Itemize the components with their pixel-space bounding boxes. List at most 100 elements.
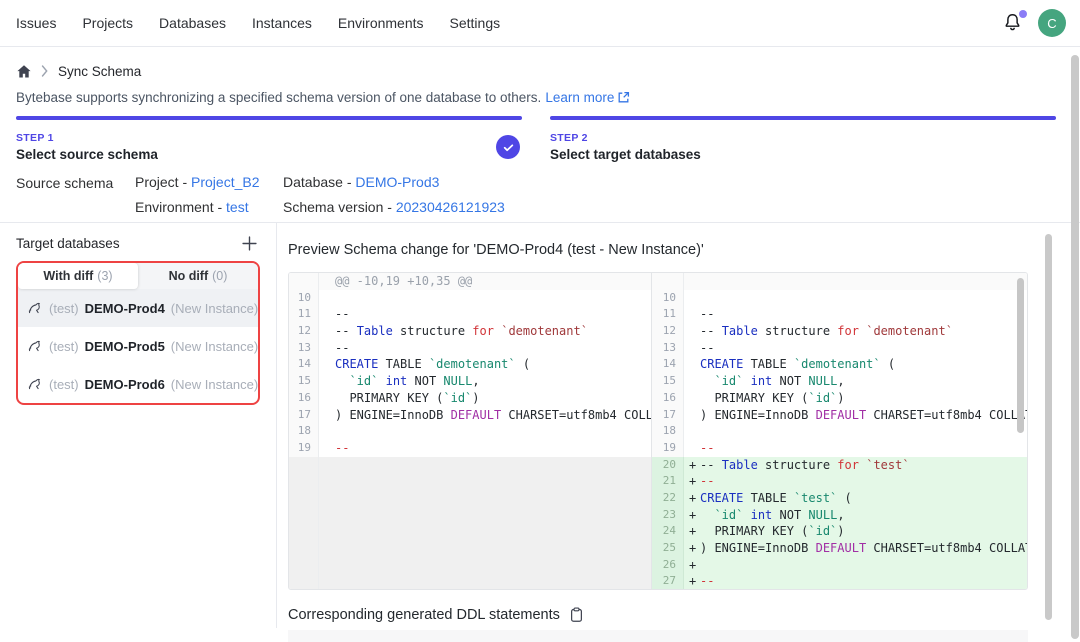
diff-row: 11-- — [289, 306, 651, 323]
intro-description: Bytebase supports synchronizing a specif… — [16, 90, 541, 105]
diff-row: 13-- — [652, 340, 1027, 357]
diff-row: 11-- — [652, 306, 1027, 323]
step-1-complete-check-icon — [496, 135, 520, 159]
target-databases-title: Target databases — [16, 236, 120, 251]
db-instance-suffix: (New Instance) — [171, 339, 258, 354]
top-navigation: Issues Projects Databases Instances Envi… — [0, 0, 1080, 47]
diff-row: 17) ENGINE=InnoDB DEFAULT CHARSET=utf8mb… — [289, 407, 651, 424]
db-name: DEMO-Prod5 — [85, 339, 165, 354]
step-2: STEP 2 Select target databases — [550, 116, 1056, 162]
schema-version-link[interactable]: 20230426121923 — [396, 199, 505, 215]
source-schema-summary: Source schema Project - Project_B2 Datab… — [16, 174, 1064, 215]
avatar[interactable]: C — [1038, 9, 1066, 37]
mysql-dolphin-icon — [28, 377, 43, 392]
step-1-progress-bar — [16, 116, 522, 120]
database-item-demo-prod5[interactable]: (test) DEMO-Prod5 (New Instance) — [18, 327, 258, 365]
nav-item-issues[interactable]: Issues — [16, 15, 56, 31]
source-schema-label: Source schema — [16, 174, 135, 215]
ddl-code-block-top — [288, 630, 1028, 642]
tab-with-diff-count: (3) — [97, 269, 112, 283]
learn-more-link[interactable]: Learn more — [545, 90, 630, 105]
preview-title: Preview Schema change for 'DEMO-Prod4 (t… — [288, 242, 1080, 258]
target-databases-highlight-box: With diff (3) No diff (0) (test) DEMO-Pr… — [16, 261, 260, 405]
field-database: Database - DEMO-Prod3 — [283, 174, 505, 190]
copy-icon[interactable] — [569, 607, 584, 623]
db-name: DEMO-Prod4 — [85, 301, 165, 316]
diff-row: 14CREATE TABLE `demotenant` ( — [289, 356, 651, 373]
field-environment: Environment - test — [135, 199, 283, 215]
nav-item-environments[interactable]: Environments — [338, 15, 424, 31]
diff-filter-tabs: With diff (3) No diff (0) — [18, 263, 258, 289]
diff-row: 16 PRIMARY KEY (`id`) — [652, 390, 1027, 407]
diff-row-added: 27+-- — [652, 573, 1027, 589]
diff-row: 17) ENGINE=InnoDB DEFAULT CHARSET=utf8mb… — [652, 407, 1027, 424]
nav-item-settings[interactable]: Settings — [450, 15, 501, 31]
diff-row-added: 24+ PRIMARY KEY (`id`) — [652, 523, 1027, 540]
diff-row: 18 — [652, 423, 1027, 440]
bottom-section: Target databases With diff (3) No diff (… — [0, 222, 1080, 628]
field-project-label: Project - — [135, 174, 191, 190]
step-1-title: Select source schema — [16, 147, 158, 162]
tab-no-diff-count: (0) — [212, 269, 227, 283]
field-project: Project - Project_B2 — [135, 174, 283, 190]
add-database-button[interactable] — [238, 232, 260, 254]
ddl-title: Corresponding generated DDL statements — [288, 607, 560, 623]
nav-item-instances[interactable]: Instances — [252, 15, 312, 31]
breadcrumb: Sync Schema — [16, 61, 1064, 81]
db-name: DEMO-Prod6 — [85, 377, 165, 392]
diff-row: 15 `id` int NOT NULL, — [652, 373, 1027, 390]
home-icon[interactable] — [16, 64, 32, 79]
tab-with-diff[interactable]: With diff (3) — [18, 263, 138, 289]
target-databases-panel: Target databases With diff (3) No diff (… — [0, 223, 277, 628]
diff-scrollbar[interactable] — [1017, 278, 1024, 433]
field-schema-version: Schema version - 20230426121923 — [283, 199, 505, 215]
step-1: STEP 1 Select source schema — [16, 116, 522, 162]
step-2-progress-bar — [550, 116, 1056, 120]
diff-row-added: 22+CREATE TABLE `test` ( — [652, 490, 1027, 507]
intro-text: Bytebase supports synchronizing a specif… — [16, 89, 1064, 106]
diff-row: 18 — [289, 423, 651, 440]
nav-items: Issues Projects Databases Instances Envi… — [16, 15, 500, 31]
diff-right-pane: 1011--12-- Table structure for `demotena… — [652, 273, 1027, 589]
db-environment: (test) — [49, 301, 79, 316]
db-instance-suffix: (New Instance) — [171, 377, 258, 392]
nav-item-projects[interactable]: Projects — [82, 15, 133, 31]
diff-row-added: 21+-- — [652, 473, 1027, 490]
environment-link[interactable]: test — [226, 199, 249, 215]
diff-left-rows: 1011--12-- Table structure for `demotena… — [289, 290, 651, 457]
tab-no-diff-label: No diff — [169, 269, 209, 283]
diff-row-added: 26+ — [652, 557, 1027, 574]
page-title: Sync Schema — [58, 64, 141, 79]
db-instance-suffix: (New Instance) — [171, 301, 258, 316]
diff-row-added: 25+) ENGINE=InnoDB DEFAULT CHARSET=utf8m… — [652, 540, 1027, 557]
mysql-dolphin-icon — [28, 301, 43, 316]
nav-item-databases[interactable]: Databases — [159, 15, 226, 31]
project-link[interactable]: Project_B2 — [191, 174, 259, 190]
learn-more-label: Learn more — [545, 90, 614, 105]
diff-row: 16 PRIMARY KEY (`id`) — [289, 390, 651, 407]
preview-pane-scrollbar[interactable] — [1045, 234, 1052, 620]
field-environment-label: Environment - — [135, 199, 226, 215]
ddl-section-header: Corresponding generated DDL statements — [288, 607, 1080, 623]
diff-row: 12-- Table structure for `demotenant` — [652, 323, 1027, 340]
preview-pane: Preview Schema change for 'DEMO-Prod4 (t… — [277, 223, 1080, 628]
diff-row: 19-- — [652, 440, 1027, 457]
tab-with-diff-label: With diff — [43, 269, 93, 283]
diff-left-filler — [289, 457, 651, 589]
step-indicator: STEP 1 Select source schema STEP 2 Selec… — [16, 116, 1056, 162]
step-1-label: STEP 1 — [16, 132, 158, 144]
page-scrollbar[interactable] — [1071, 55, 1079, 639]
diff-row: 10 — [652, 290, 1027, 307]
database-item-demo-prod6[interactable]: (test) DEMO-Prod6 (New Instance) — [18, 365, 258, 403]
external-link-icon — [617, 91, 630, 104]
database-item-demo-prod4[interactable]: (test) DEMO-Prod4 (New Instance) — [18, 289, 258, 327]
database-link[interactable]: DEMO-Prod3 — [355, 174, 439, 190]
hunk-range: @@ -10,19 +10,35 @@ — [335, 273, 651, 290]
diff-row: 14CREATE TABLE `demotenant` ( — [652, 356, 1027, 373]
tab-no-diff[interactable]: No diff (0) — [138, 263, 258, 289]
diff-row: 19-- — [289, 440, 651, 457]
notification-bell-icon[interactable] — [1002, 12, 1024, 34]
diff-row: 15 `id` int NOT NULL, — [289, 373, 651, 390]
db-environment: (test) — [49, 339, 79, 354]
diff-row: 13-- — [289, 340, 651, 357]
